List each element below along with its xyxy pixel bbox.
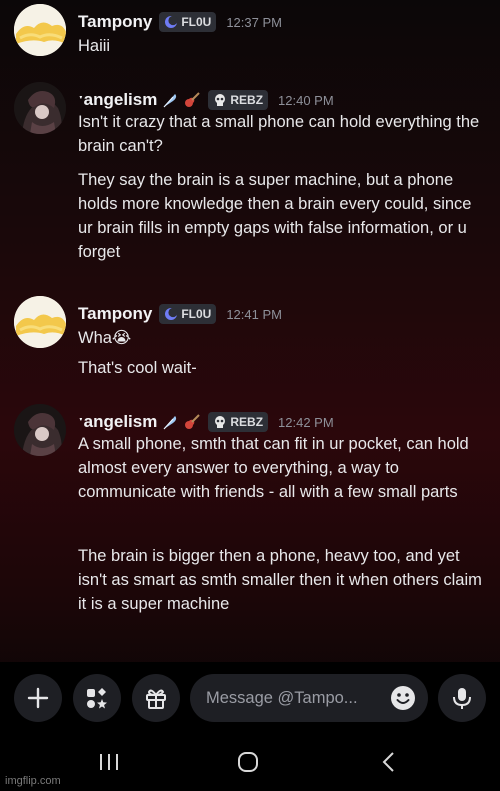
- guitar-icon: [183, 91, 201, 109]
- server-tag[interactable]: FL0U: [159, 12, 217, 32]
- message-list: Tampony FL0U 12:37 PM Haiii ˑangelism RE…: [0, 0, 500, 662]
- server-tag[interactable]: REBZ: [208, 90, 269, 110]
- avatar[interactable]: [14, 296, 66, 348]
- avatar[interactable]: [14, 4, 66, 56]
- message-text: Wha😭: [78, 329, 132, 347]
- skull-icon: [213, 93, 227, 107]
- username[interactable]: Tampony: [78, 12, 152, 32]
- message-text: The brain is bigger then a phone, heavy …: [78, 547, 482, 613]
- timestamp: 12:41 PM: [226, 306, 282, 322]
- username[interactable]: ˑangelism: [78, 90, 157, 110]
- timestamp: 12:40 PM: [278, 92, 334, 108]
- guitar-icon: [183, 413, 201, 431]
- add-button[interactable]: [14, 674, 62, 722]
- message-text: Haiii: [78, 37, 111, 55]
- message-text: That's cool wait-: [78, 359, 197, 377]
- server-tag[interactable]: FL0U: [159, 304, 217, 324]
- message-header: Tampony FL0U 12:37 PM: [78, 10, 282, 34]
- server-tag-label: REBZ: [230, 415, 264, 429]
- home-icon: [238, 752, 258, 772]
- system-navigation-bar: [0, 734, 500, 791]
- feather-icon: [161, 91, 179, 109]
- message-text: They say the brain is a super machine, b…: [78, 171, 472, 261]
- microphone-icon: [453, 688, 471, 709]
- moon-icon: [164, 15, 178, 29]
- timestamp: 12:42 PM: [278, 414, 334, 430]
- back-icon: [382, 752, 394, 772]
- emoji-icon: [391, 686, 415, 710]
- message-input[interactable]: Message @Tampo...: [190, 674, 428, 722]
- back-button[interactable]: [373, 748, 403, 776]
- server-tag[interactable]: REBZ: [208, 412, 269, 432]
- recents-icon: [100, 754, 118, 770]
- server-tag-label: REBZ: [230, 93, 264, 107]
- skull-icon: [213, 415, 227, 429]
- gift-button[interactable]: [132, 674, 180, 722]
- apps-button[interactable]: [73, 674, 121, 722]
- emoji-button[interactable]: [390, 685, 416, 716]
- server-tag-label: FL0U: [181, 15, 212, 29]
- message-text: A small phone, smth that can fit in ur p…: [78, 435, 469, 501]
- recents-button[interactable]: [94, 748, 124, 776]
- home-button[interactable]: [233, 748, 263, 776]
- composer-bar: Message @Tampo...: [0, 662, 500, 734]
- voice-message-button[interactable]: [438, 674, 486, 722]
- feather-icon: [161, 413, 179, 431]
- server-tag-label: FL0U: [181, 307, 212, 321]
- message-header: Tampony FL0U 12:41 PM: [78, 302, 282, 326]
- watermark: imgflip.com: [5, 775, 61, 787]
- username[interactable]: Tampony: [78, 304, 152, 324]
- apps-icon: [87, 688, 107, 709]
- username[interactable]: ˑangelism: [78, 412, 157, 432]
- message-input-placeholder: Message @Tampo...: [206, 688, 358, 707]
- message-header: ˑangelism REBZ 12:42 PM: [78, 410, 334, 434]
- message-header: ˑangelism REBZ 12:40 PM: [78, 88, 334, 112]
- moon-icon: [164, 307, 178, 321]
- timestamp: 12:37 PM: [226, 14, 282, 30]
- avatar[interactable]: [14, 82, 66, 134]
- gift-icon: [146, 689, 166, 709]
- message-text: Isn't it crazy that a small phone can ho…: [78, 113, 480, 155]
- avatar[interactable]: [14, 404, 66, 456]
- plus-icon: [27, 687, 49, 709]
